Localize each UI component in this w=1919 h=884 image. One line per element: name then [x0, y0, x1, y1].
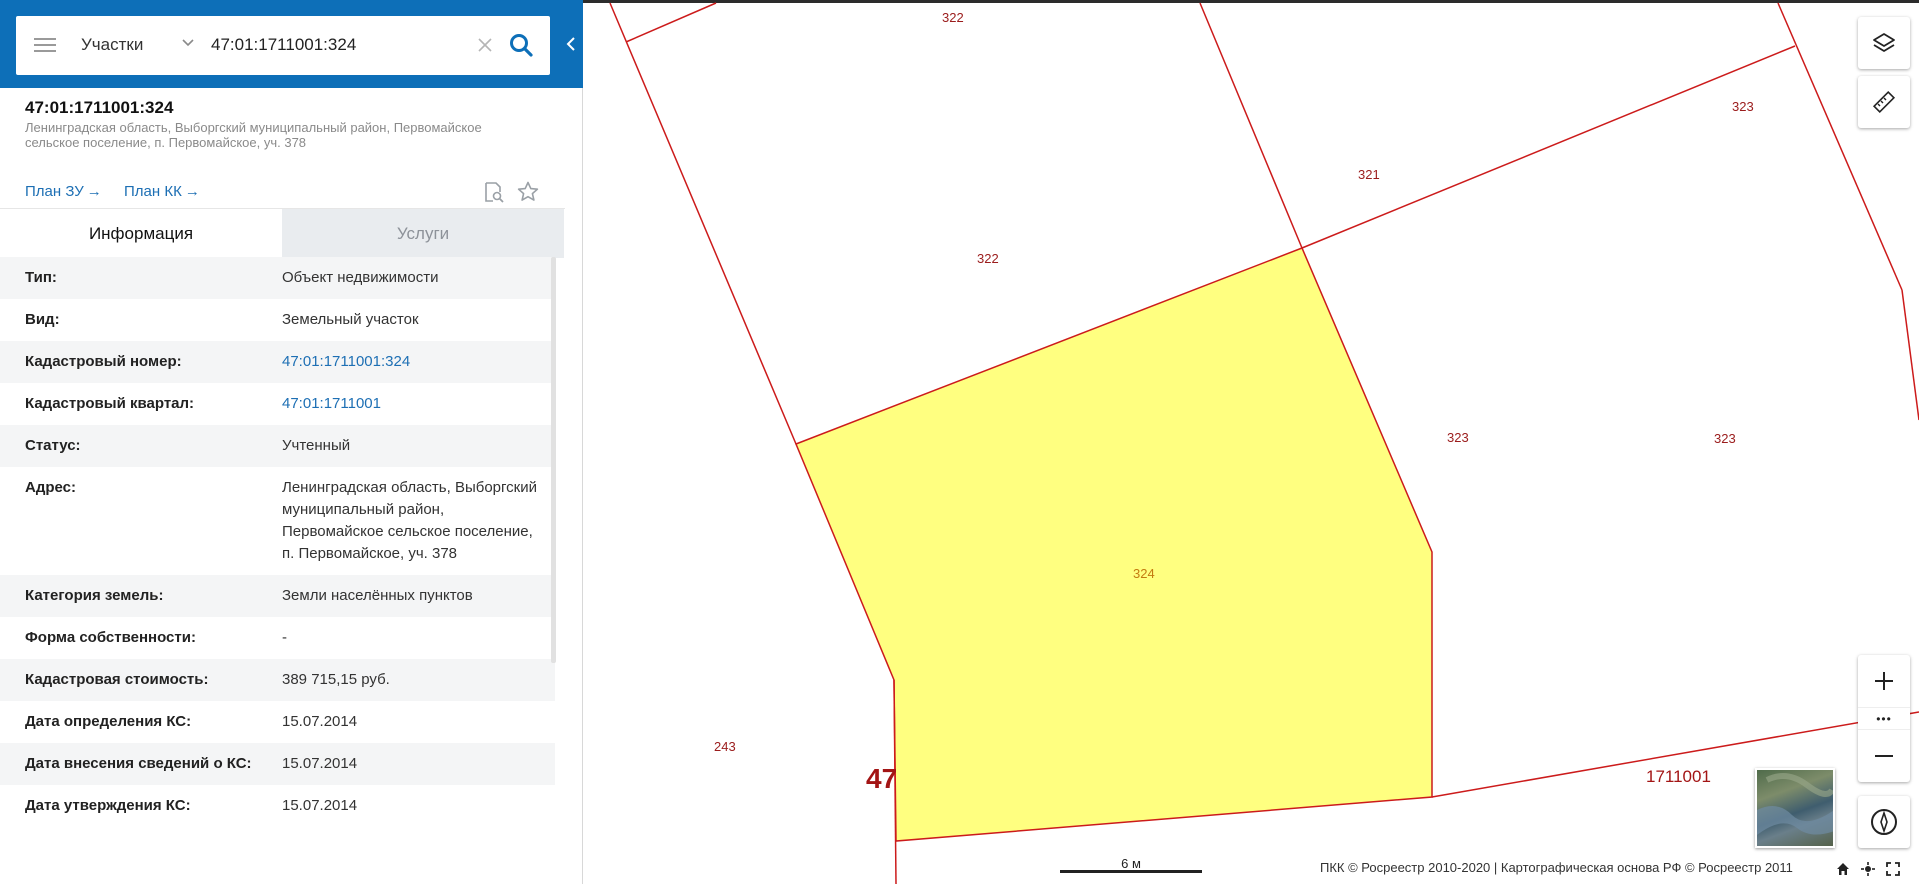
- info-row-type: Тип: Объект недвижимости: [0, 257, 555, 299]
- region-code-label: 47: [866, 763, 897, 794]
- plan-zu-label: План ЗУ: [25, 183, 84, 200]
- info-table: Тип: Объект недвижимости Вид: Земельный …: [0, 257, 555, 829]
- plan-kk-link[interactable]: План КК →: [124, 183, 200, 200]
- layers-button[interactable]: [1858, 17, 1910, 69]
- search-icon[interactable]: [508, 32, 534, 58]
- info-value: Ленинградская область, Выборгский муници…: [282, 479, 537, 562]
- arrow-right-icon: →: [184, 183, 200, 200]
- info-value: -: [282, 629, 287, 646]
- satellite-preview: [1757, 773, 1833, 835]
- search-input[interactable]: [211, 28, 461, 62]
- info-panel: Участки 47:01:1711001:324 47:01:1711001:…: [0, 0, 583, 884]
- panel-tabs: Информация Услуги: [0, 208, 565, 258]
- info-row-land-category: Категория земель: Земли населённых пункт…: [0, 575, 555, 617]
- clear-icon[interactable]: [476, 36, 494, 54]
- info-label: Форма собственности:: [25, 629, 196, 646]
- document-search-icon[interactable]: [482, 180, 506, 204]
- info-label: Категория земель:: [25, 587, 164, 604]
- home-icon[interactable]: [1835, 861, 1851, 877]
- info-row-cadastral-value: Кадастровая стоимость: 389 715,15 руб.: [0, 659, 555, 701]
- zoom-out-button[interactable]: [1858, 730, 1910, 782]
- info-value: Учтенный: [282, 437, 351, 454]
- info-label: Кадастровый номер:: [25, 353, 182, 370]
- info-row-approval-date: Дата утверждения КС: 15.07.2014: [0, 785, 555, 827]
- parcel-label: 323: [1714, 431, 1736, 446]
- category-select[interactable]: Участки: [81, 35, 143, 55]
- parcel-label: 322: [942, 10, 964, 25]
- tab-info[interactable]: Информация: [0, 209, 282, 258]
- info-row-ownership: Форма собственности: -: [0, 617, 555, 659]
- ruler-icon: [1872, 90, 1896, 114]
- parcel-label: 321: [1358, 167, 1380, 182]
- chevron-down-icon[interactable]: [181, 36, 195, 50]
- quarter-label: 1711001: [1646, 767, 1711, 786]
- info-row-address: Адрес: Ленинградская область, Выборгский…: [0, 467, 555, 575]
- minimap-thumbnail[interactable]: [1755, 768, 1835, 848]
- cadastral-quarter-link[interactable]: 47:01:1711001: [282, 393, 542, 415]
- plan-kk-label: План КК: [124, 183, 182, 200]
- zoom-in-button[interactable]: [1858, 655, 1910, 707]
- info-value: Земельный участок: [282, 311, 419, 328]
- object-address: Ленинградская область, Выборгский муници…: [25, 120, 482, 150]
- parcel-label: 323: [1732, 99, 1754, 114]
- info-row-value-date: Дата определения КС: 15.07.2014: [0, 701, 555, 743]
- info-label: Кадастровая стоимость:: [25, 671, 209, 688]
- star-icon[interactable]: [516, 180, 540, 204]
- search-box: Участки: [16, 16, 550, 75]
- info-label: Дата определения КС:: [25, 713, 192, 730]
- info-value: 15.07.2014: [282, 755, 358, 772]
- parcel-324-highlight[interactable]: [795, 247, 1433, 842]
- tab-services[interactable]: Услуги: [282, 209, 564, 258]
- more-dots-icon: •••: [1876, 711, 1892, 726]
- compass-icon: [1871, 809, 1897, 835]
- collapse-panel-button[interactable]: [558, 0, 583, 88]
- object-title: 47:01:1711001:324: [25, 98, 174, 117]
- hamburger-menu-icon[interactable]: [34, 36, 56, 54]
- parcel-label: 323: [1447, 430, 1469, 445]
- zoom-more-button[interactable]: •••: [1858, 707, 1910, 730]
- info-row-cadastral-quarter: Кадастровый квартал: 47:01:1711001: [0, 383, 555, 425]
- info-label: Адрес:: [25, 479, 76, 496]
- info-label: Кадастровый квартал:: [25, 395, 195, 412]
- parcel-label: 322: [977, 251, 999, 266]
- info-scrollbar[interactable]: [551, 257, 556, 663]
- parcel-label: 243: [714, 739, 736, 754]
- info-row-status: Статус: Учтенный: [0, 425, 555, 467]
- map-attribution: ПКК © Росреестр 2010-2020 | Картографиче…: [1320, 860, 1793, 875]
- info-value: 15.07.2014: [282, 797, 358, 814]
- info-value: Земли населённых пунктов: [282, 587, 473, 604]
- info-row-entry-date: Дата внесения сведений о КС: 15.07.2014: [0, 743, 555, 785]
- info-label: Тип:: [25, 269, 57, 286]
- zoom-controls: •••: [1858, 655, 1910, 782]
- parcel-label-selected: 324: [1133, 566, 1155, 581]
- search-bar: Участки: [0, 0, 583, 88]
- info-label: Дата утверждения КС:: [25, 797, 191, 814]
- plus-icon: [1875, 672, 1893, 690]
- plan-zu-link[interactable]: План ЗУ →: [25, 183, 102, 200]
- locate-icon[interactable]: [1860, 861, 1876, 877]
- arrow-right-icon: →: [86, 183, 102, 200]
- chevron-left-icon: [566, 37, 575, 51]
- app-root: 322 322 321 323 323 323 243 324 47 17110…: [0, 0, 1919, 884]
- minus-icon: [1875, 755, 1893, 757]
- ruler-button[interactable]: [1858, 76, 1910, 128]
- scale-label: 6 м: [1121, 856, 1141, 871]
- layers-icon: [1873, 33, 1895, 52]
- info-label: Статус:: [25, 437, 81, 454]
- info-row-kind: Вид: Земельный участок: [0, 299, 555, 341]
- info-label: Вид:: [25, 311, 60, 328]
- map-scale: 6 м: [1060, 856, 1202, 876]
- scale-bar: [1060, 870, 1202, 873]
- cadastral-number-link[interactable]: 47:01:1711001:324: [282, 351, 542, 373]
- info-value: 389 715,15 руб.: [282, 671, 390, 688]
- info-label: Дата внесения сведений о КС:: [25, 755, 252, 772]
- info-row-cadastral-number: Кадастровый номер: 47:01:1711001:324: [0, 341, 555, 383]
- info-value: Объект недвижимости: [282, 269, 439, 286]
- compass-button[interactable]: [1858, 796, 1910, 848]
- info-value: 15.07.2014: [282, 713, 358, 730]
- fullscreen-icon[interactable]: [1885, 861, 1901, 877]
